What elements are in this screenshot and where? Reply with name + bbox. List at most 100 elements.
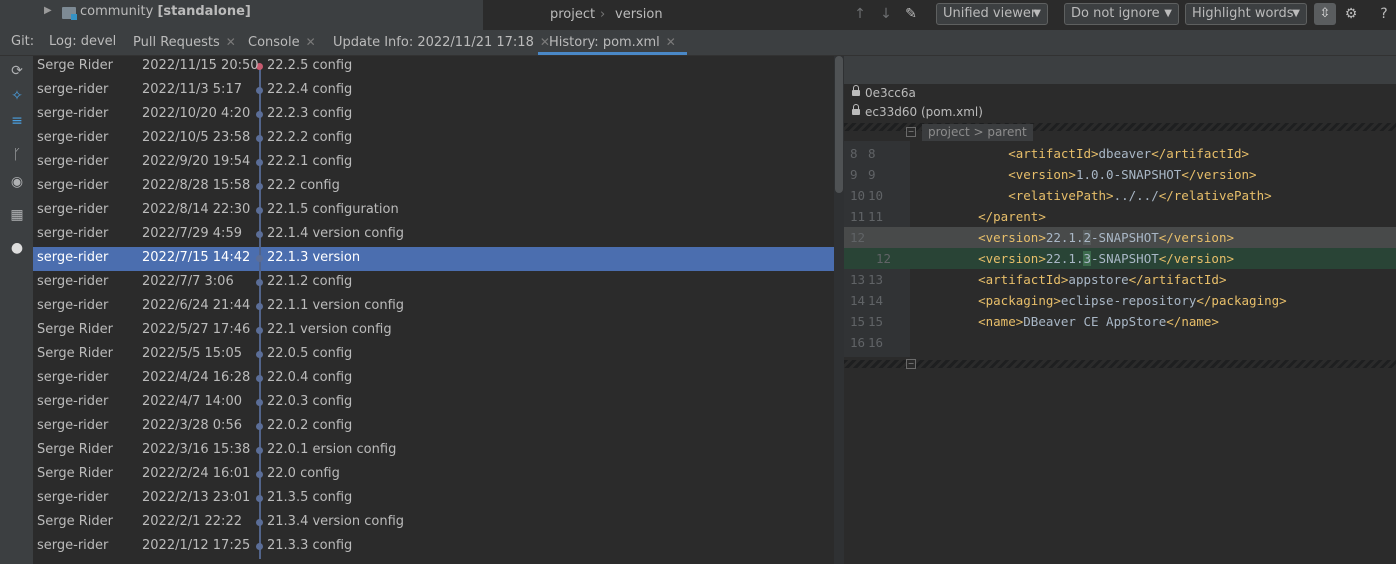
close-icon[interactable]: ✕ (306, 35, 316, 49)
layout-icon[interactable]: ▦ (8, 206, 26, 224)
commit-row[interactable]: serge-rider 2022/7/15 14:42 22.1.3 version (33, 247, 834, 271)
scrollbar-thumb[interactable] (835, 56, 843, 193)
commit-message: 22.2.3 config (267, 106, 353, 121)
commit-message: 22.0 config (267, 466, 340, 481)
xml-close-tag: </packaging> (1196, 293, 1287, 308)
breadcrumb-version[interactable]: version (615, 7, 663, 22)
commit-message: 22.2 config (267, 178, 340, 193)
commit-node-icon (256, 423, 263, 430)
left-line-number: 10 (850, 188, 866, 203)
cherry-pick-icon[interactable]: ✧ (8, 87, 26, 105)
code-breadcrumb[interactable]: project > parent (922, 124, 1033, 141)
commit-date: 2022/5/27 17:46 (142, 322, 251, 337)
commit-row[interactable]: serge-rider 2022/11/3 5:17 22.2.4 config (33, 79, 834, 103)
commit-row[interactable]: Serge Rider 2022/2/24 16:01 22.0 config (33, 463, 834, 487)
commit-row[interactable]: serge-rider 2022/10/20 4:20 22.2.3 config (33, 103, 834, 127)
highlight-value: Highlight words (1192, 6, 1294, 21)
commit-node-icon (256, 303, 263, 310)
commit-row[interactable]: serge-rider 2022/8/28 15:58 22.2 config (33, 175, 834, 199)
commit-row[interactable]: Serge Rider 2022/2/1 22:22 21.3.4 version … (33, 511, 834, 535)
line-numbers: 12 (850, 248, 891, 269)
breadcrumb-project[interactable]: project (550, 7, 595, 22)
eye-icon[interactable]: ◉ (8, 173, 26, 191)
commit-date: 2022/2/1 22:22 (142, 514, 242, 529)
close-icon[interactable]: ✕ (226, 35, 236, 49)
commit-row[interactable]: serge-rider 2022/6/24 21:44 22.1.1 version… (33, 295, 834, 319)
commit-message: 22.2.1 config (267, 154, 353, 169)
commit-author: serge-rider (37, 418, 109, 433)
tree-item-suffix: [standalone] (157, 4, 251, 19)
tab-log[interactable]: Log: devel (49, 30, 116, 55)
gear-icon[interactable]: ⚙ (1342, 5, 1360, 23)
commit-date: 2022/3/16 15:38 (142, 442, 251, 457)
tab-history-label: History: pom.xml (549, 35, 660, 50)
tree-item-community[interactable]: community [standalone] (80, 4, 251, 19)
highlight-dropdown[interactable]: Highlight words ▼ (1185, 3, 1307, 25)
github-icon[interactable]: ● (8, 239, 26, 257)
commit-row[interactable]: Serge Rider 2022/5/5 15:05 22.0.5 config (33, 343, 834, 367)
commit-row[interactable]: serge-rider 2022/3/28 0:56 22.0.2 config (33, 415, 834, 439)
fold-icon[interactable]: − (906, 127, 916, 137)
commit-author: serge-rider (37, 154, 109, 169)
code-line: 14 14 <packaging>eclipse-repository</pack… (844, 290, 1396, 311)
whitespace-dropdown[interactable]: Do not ignore ▼ (1064, 3, 1179, 25)
previous-diff-icon[interactable]: ↑ (851, 5, 869, 23)
commit-row[interactable]: Serge Rider 2022/11/15 20:50 22.2.5 config (33, 56, 834, 79)
tab-log-label: Log: devel (49, 34, 117, 49)
commit-date: 2022/7/15 14:42 (142, 250, 251, 265)
commit-row[interactable]: serge-rider 2022/1/12 17:25 21.3.3 config (33, 535, 834, 559)
xml-text: 22.1. (1045, 230, 1084, 245)
xml-open-tag: <version> (978, 230, 1046, 245)
xml-open-tag: <version> (1008, 167, 1076, 182)
commit-message: 22.1.5 configuration (267, 202, 399, 217)
edit-icon[interactable]: ✎ (902, 5, 920, 23)
changed-fragment: 2 (1083, 230, 1092, 245)
commit-row[interactable]: serge-rider 2022/7/7 3:06 22.1.2 config (33, 271, 834, 295)
xml-close-tag: </version> (1181, 167, 1257, 182)
tab-history[interactable]: History: pom.xml ✕ (538, 30, 687, 55)
commit-row[interactable]: serge-rider 2022/2/13 23:01 21.3.5 config (33, 487, 834, 511)
commit-author: serge-rider (37, 202, 109, 217)
fold-icon[interactable]: − (906, 359, 916, 369)
xml-open-tag: <version> (978, 251, 1046, 266)
collapse-unchanged-toggle-icon[interactable]: ⇳ (1314, 3, 1336, 25)
left-line-number: 14 (850, 293, 866, 308)
tab-console[interactable]: Console ✕ (248, 30, 316, 55)
tab-pull-requests-label: Pull Requests (133, 35, 220, 50)
xml-open-tag: <artifactId> (978, 272, 1069, 287)
commit-row[interactable]: serge-rider 2022/10/5 23:58 22.2.2 config (33, 127, 834, 151)
xml-text: dbeaver (1098, 146, 1152, 161)
commit-message: 21.3.3 config (267, 538, 353, 553)
commit-date: 2022/3/28 0:56 (142, 418, 242, 433)
commit-node-icon (256, 111, 263, 118)
breadcrumb-separator-icon: › (600, 7, 606, 22)
commit-row[interactable]: Serge Rider 2022/3/16 15:38 22.0.1 ersion … (33, 439, 834, 463)
commit-node-icon (256, 351, 263, 358)
viewer-mode-dropdown[interactable]: Unified viewer ▼ (936, 3, 1048, 25)
commit-row[interactable]: Serge Rider 2022/5/27 17:46 22.1 version c… (33, 319, 834, 343)
commit-row[interactable]: serge-rider 2022/7/29 4:59 22.1.4 version … (33, 223, 834, 247)
commit-author: serge-rider (37, 82, 109, 97)
branch-icon[interactable]: ᚴ (8, 146, 26, 164)
next-diff-icon[interactable]: ↓ (877, 5, 895, 23)
commit-row[interactable]: serge-rider 2022/9/20 19:54 22.2.1 config (33, 151, 834, 175)
xml-text: DBeaver CE AppStore (1023, 314, 1167, 329)
commit-row[interactable]: serge-rider 2022/4/7 14:00 22.0.3 config (33, 391, 834, 415)
help-icon[interactable]: ? (1375, 5, 1393, 23)
close-icon[interactable]: ✕ (666, 35, 676, 49)
commit-row[interactable]: serge-rider 2022/4/24 16:28 22.0.4 config (33, 367, 834, 391)
commit-node-icon (256, 399, 263, 406)
commit-node-icon (256, 255, 263, 262)
commit-row[interactable]: serge-rider 2022/8/14 22:30 22.1.5 configu… (33, 199, 834, 223)
chevron-down-icon: ▼ (1292, 8, 1300, 19)
left-line-number: 9 (850, 167, 858, 182)
tab-update-info[interactable]: Update Info: 2022/11/21 17:18 ✕ (333, 30, 550, 55)
line-numbers: 10 10 (850, 185, 883, 206)
tab-pull-requests[interactable]: Pull Requests ✕ (133, 30, 236, 55)
right-line-number: 14 (868, 293, 884, 308)
commit-history-list[interactable]: Serge Rider 2022/11/15 20:50 22.2.5 config… (33, 56, 834, 564)
refresh-icon[interactable]: ⟳ (8, 62, 26, 80)
expand-arrow-icon[interactable]: ▶ (44, 5, 52, 16)
compare-icon[interactable]: ≡ (8, 112, 26, 130)
